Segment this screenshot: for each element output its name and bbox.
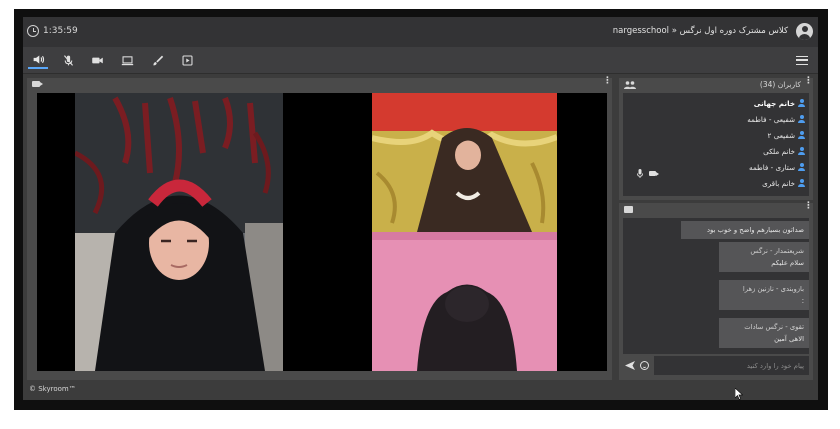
users-panel-header: کاربران (34) ⋮ <box>619 77 813 92</box>
chat-message: شریعتمدار - نرگس سلام علیکم <box>719 242 809 272</box>
whiteboard-button[interactable] <box>147 51 167 69</box>
video-frame-image <box>372 93 557 232</box>
room-title: nargesschool » کلاس مشترک دوره اول نرگس <box>612 26 788 36</box>
screen-share-icon <box>121 55 133 65</box>
play-box-icon <box>182 55 192 65</box>
person-icon <box>798 99 805 107</box>
user-avatar-icon[interactable] <box>796 23 813 40</box>
video-panel-header: ⋮ <box>27 77 612 92</box>
camera-icon <box>91 57 103 63</box>
chat-input[interactable] <box>654 356 809 375</box>
toolbar <box>23 47 818 74</box>
chat-more-icon[interactable]: ⋮ <box>804 202 813 211</box>
camera-icon <box>649 171 659 176</box>
chat-input-row <box>623 356 809 375</box>
video-panel: ⋮ <box>27 77 612 380</box>
emoji-icon[interactable] <box>640 361 649 370</box>
users-icon <box>624 81 636 89</box>
user-list-item[interactable]: شفیعی ۲ <box>768 129 805 141</box>
person-icon <box>798 163 805 171</box>
speaker-button[interactable] <box>28 51 48 69</box>
clock-icon <box>27 25 39 37</box>
person-icon <box>798 115 805 123</box>
chat-message: تقوی - نرگس سادات الاهی آمین <box>719 318 809 348</box>
users-more-icon[interactable]: ⋮ <box>804 77 813 86</box>
video-frame-image <box>75 93 283 371</box>
users-list: خانم جهانی شفیعی - فاطمه شفیعی ۲ خانم مل… <box>623 93 809 196</box>
video-frame-image <box>372 232 557 371</box>
speaker-icon <box>33 54 44 64</box>
person-icon <box>798 131 805 139</box>
chat-panel-header: ⋮ <box>619 202 813 217</box>
participant-video-3[interactable] <box>372 232 557 371</box>
camera-button[interactable] <box>87 51 107 69</box>
chat-panel: ⋮ صداتون بسیارهم واضح و خوب بود شریعتمدا… <box>619 202 813 380</box>
participant-video-2[interactable] <box>372 93 557 232</box>
video-stage <box>37 93 607 371</box>
mic-off-icon <box>63 54 73 66</box>
media-player-button[interactable] <box>177 51 197 69</box>
more-options-icon[interactable]: ⋮ <box>603 77 612 86</box>
mouse-cursor-icon <box>735 388 743 400</box>
chat-message: صداتون بسیارهم واضح و خوب بود <box>681 221 809 239</box>
footer-copyright: © Skyroom™ <box>29 385 76 393</box>
top-header: 1:35:59 nargesschool » کلاس مشترک دوره ا… <box>23 17 818 47</box>
person-icon <box>798 179 805 187</box>
menu-icon[interactable] <box>796 56 808 65</box>
users-panel: کاربران (34) ⋮ خانم جهانی شفیعی - فاطمه … <box>619 77 813 200</box>
session-timer: 1:35:59 <box>43 26 78 36</box>
person-icon <box>798 147 805 155</box>
video-camera-icon <box>32 81 43 87</box>
screen-share-button[interactable] <box>117 51 137 69</box>
user-list-item[interactable]: ستاری - فاطمه <box>749 161 805 173</box>
skyroom-app: 1:35:59 nargesschool » کلاس مشترک دوره ا… <box>23 17 818 400</box>
brush-icon <box>152 55 163 65</box>
chat-messages: صداتون بسیارهم واضح و خوب بود شریعتمدار … <box>623 218 809 354</box>
send-icon[interactable] <box>625 361 635 370</box>
participant-video-1[interactable] <box>75 93 283 371</box>
user-list-item[interactable]: شفیعی - فاطمه <box>747 113 805 125</box>
mic-icon <box>637 169 643 178</box>
mic-button[interactable] <box>58 51 78 69</box>
user-list-item[interactable]: خانم جهانی <box>754 97 805 109</box>
users-count-title: کاربران (34) <box>759 80 801 89</box>
chat-message: بازوبندی - نازنین زهرا : <box>719 280 809 310</box>
user-list-item[interactable]: خانم باقری <box>762 177 805 189</box>
user-list-item[interactable]: خانم ملکی <box>763 145 805 157</box>
chat-icon <box>624 206 633 213</box>
